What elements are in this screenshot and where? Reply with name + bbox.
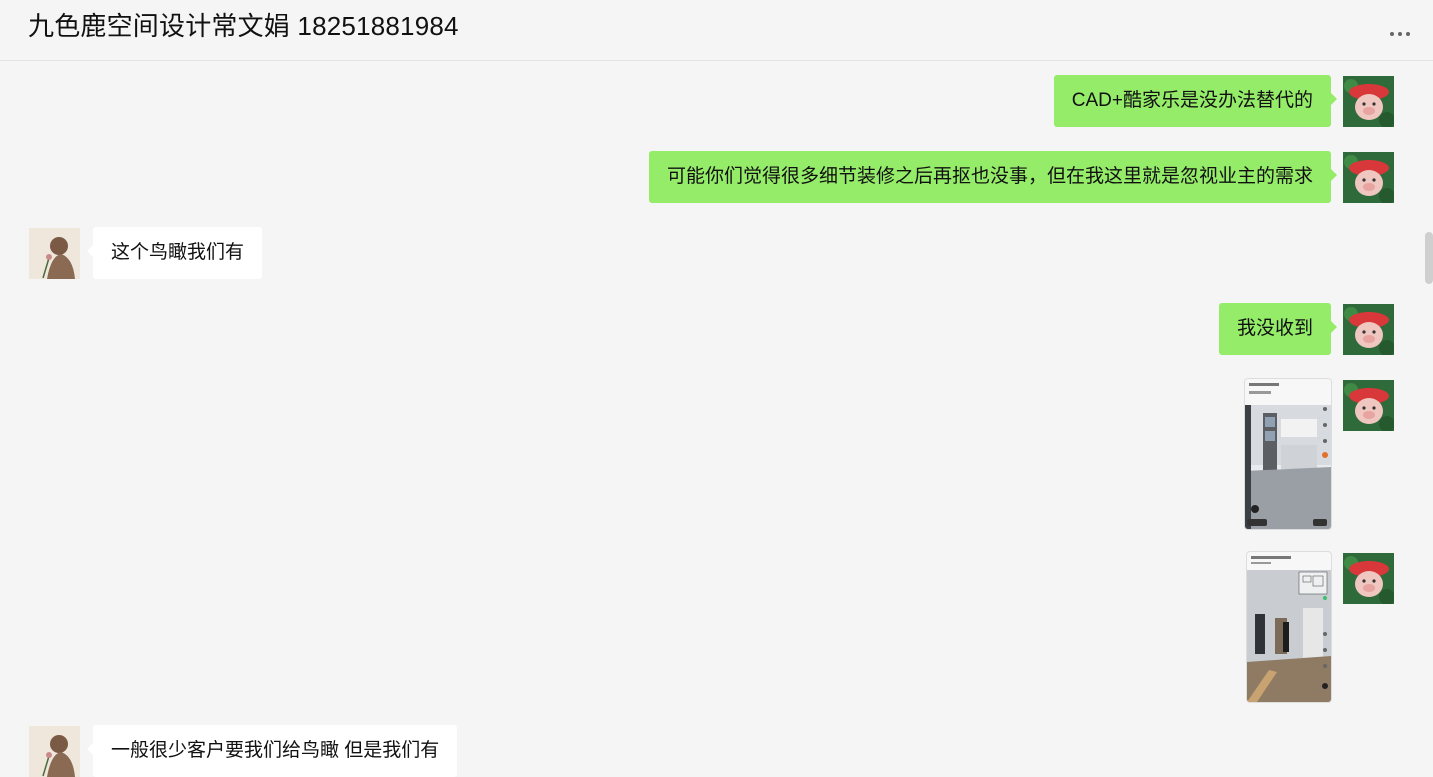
scrollbar[interactable] xyxy=(1425,232,1433,284)
message-bubble-in[interactable]: 这个鸟瞰我们有 xyxy=(86,227,263,279)
chat-header: 九色鹿空间设计常文娟 18251881984 xyxy=(0,0,1433,61)
contact-avatar[interactable] xyxy=(29,228,80,279)
message-bubble-out[interactable]: 我没收到 xyxy=(1218,303,1338,355)
self-avatar[interactable] xyxy=(1343,380,1394,431)
chat-title: 九色鹿空间设计常文娟 18251881984 xyxy=(28,11,459,41)
self-avatar[interactable] xyxy=(1343,152,1394,203)
more-dots-icon[interactable] xyxy=(1390,30,1416,38)
message-bubble-in[interactable]: 一般很少客户要我们给鸟瞰 但是我们有 xyxy=(86,725,458,777)
image-message-hallway[interactable] xyxy=(1247,552,1331,702)
self-avatar[interactable] xyxy=(1343,76,1394,127)
self-avatar[interactable] xyxy=(1343,553,1394,604)
self-avatar[interactable] xyxy=(1343,304,1394,355)
image-message-kitchen[interactable] xyxy=(1245,379,1331,529)
contact-avatar[interactable] xyxy=(29,726,80,777)
message-bubble-out[interactable]: 可能你们觉得很多细节装修之后再抠也没事，但在我这里就是忽视业主的需求 xyxy=(648,151,1338,203)
message-bubble-out[interactable]: CAD+酷家乐是没办法替代的 xyxy=(1053,75,1338,127)
